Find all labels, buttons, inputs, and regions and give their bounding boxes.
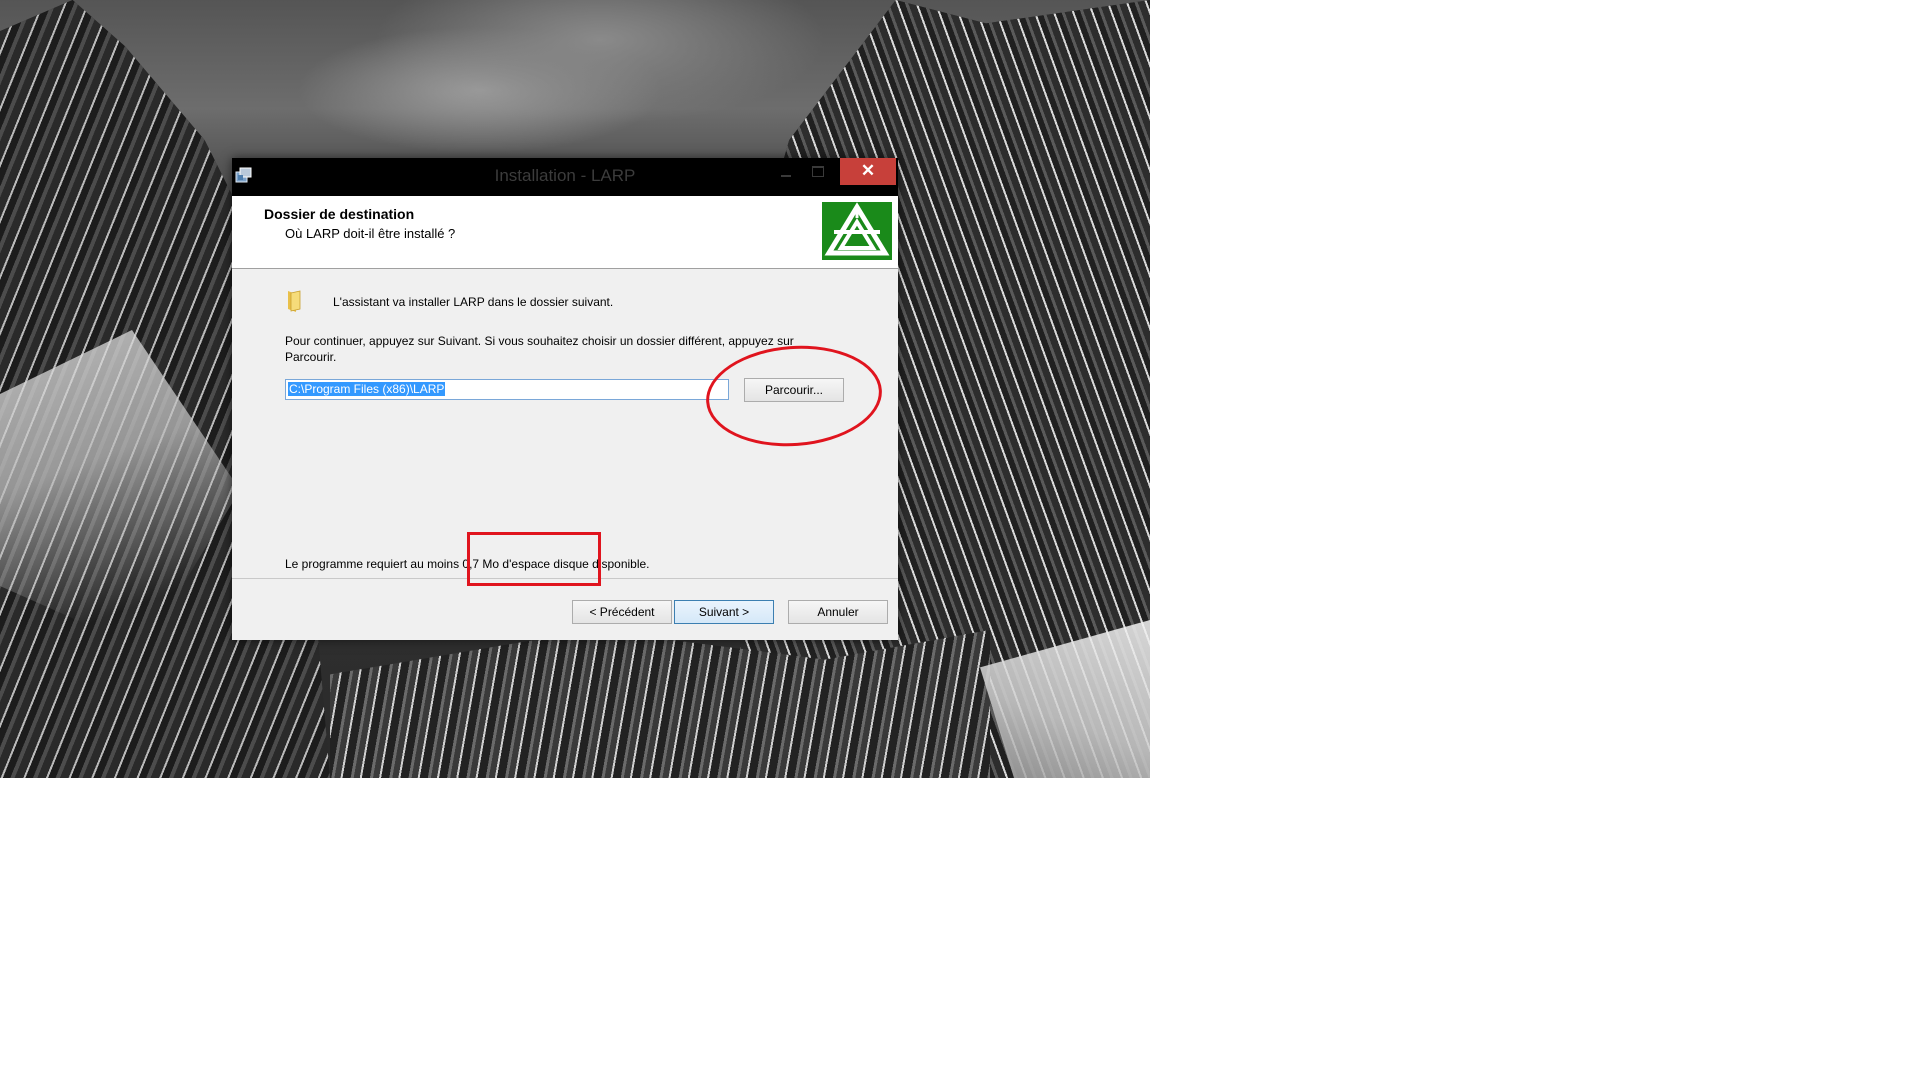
title-bar[interactable]: Installation - LARP ✕ — [232, 158, 898, 196]
path-value: C:\Program Files (x86)\LARP — [288, 382, 446, 396]
page-title: Dossier de destination — [264, 206, 415, 222]
red-rectangle-annotation — [467, 532, 601, 586]
maximize-button[interactable] — [804, 158, 832, 185]
mountain-foreground — [330, 630, 990, 778]
folder-icon — [288, 290, 301, 312]
close-button[interactable]: ✕ — [840, 158, 896, 185]
minimize-button[interactable] — [772, 158, 800, 185]
wizard-header: Dossier de destination Où LARP doit-il ê… — [232, 196, 898, 269]
page-subtitle: Où LARP doit-il être installé ? — [285, 226, 456, 241]
next-button[interactable]: Suivant > — [674, 600, 774, 624]
larp-logo-icon — [822, 202, 892, 260]
destination-path-input[interactable]: C:\Program Files (x86)\LARP — [285, 379, 729, 400]
cancel-button[interactable]: Annuler — [788, 600, 888, 624]
intro-text: L'assistant va installer LARP dans le do… — [333, 295, 614, 309]
back-button[interactable]: < Précédent — [572, 600, 672, 624]
